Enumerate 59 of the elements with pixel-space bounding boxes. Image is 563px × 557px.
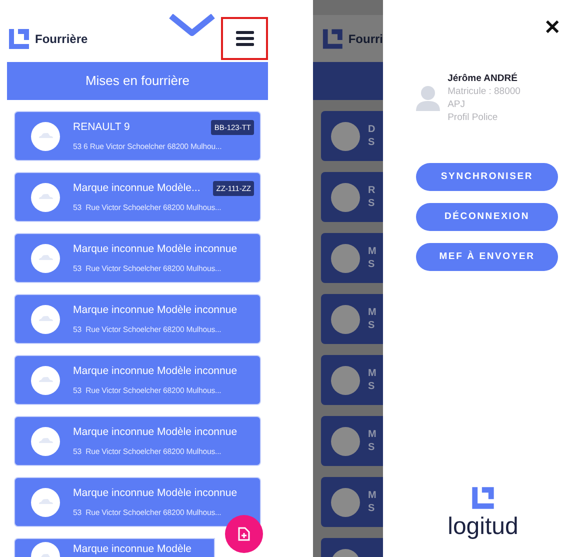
title-bar: [313, 62, 383, 100]
user-detail: Matricule : 88000: [448, 86, 520, 100]
logo-icon: [7, 26, 31, 50]
app-name: Fourri: [348, 30, 383, 48]
app-name: Fourrière: [35, 30, 88, 48]
vehicle-title: M: [368, 306, 376, 319]
vehicle-title: Marque inconnue Modèle inconnue: [73, 302, 238, 318]
vehicle-address: S: [368, 380, 376, 393]
menu-action-button[interactable]: DÉCONNEXION: [416, 202, 558, 231]
vehicle-avatar: [331, 366, 360, 394]
menu-action-button[interactable]: MEF À ENVOYER: [416, 242, 558, 271]
user-name: Jérôme ANDRÉ: [448, 72, 518, 86]
vehicle-card[interactable]: Marque inconnue Modèle: [14, 538, 215, 557]
menu-button[interactable]: [221, 17, 268, 60]
menu-action-button[interactable]: SYNCHRONISER: [416, 162, 558, 191]
vehicle-title: Marque inconnue Modèle inconnue: [73, 242, 238, 257]
vehicle-title: M: [368, 428, 376, 441]
vehicle-avatar: [331, 488, 360, 516]
vehicle-title: Marque inconnue Modèle inconnue: [73, 424, 238, 440]
car-icon: [38, 315, 54, 323]
car-icon: [38, 498, 54, 506]
car-icon: [38, 376, 54, 384]
vehicle-title: D: [368, 123, 376, 136]
vehicle-address: S: [368, 197, 376, 210]
vehicle-title: M: [368, 489, 376, 502]
vehicle-title: M: [368, 367, 376, 380]
vehicle-address: S: [368, 136, 376, 149]
chevron-down-icon[interactable]: [169, 14, 215, 36]
user-detail: Profil Police: [448, 112, 499, 125]
vehicle-address: S: [368, 319, 376, 332]
vehicle-title: Marque inconnue Modèle inconnue: [73, 486, 238, 501]
logo-icon: [470, 485, 496, 511]
menu-icon: [236, 31, 254, 46]
brand-name: logitud: [448, 515, 518, 539]
vehicle-title: RENAULT 9: [73, 120, 130, 135]
close-button[interactable]: ✕: [544, 18, 561, 38]
vehicle-title: Marque inconnue Modèle...: [73, 180, 200, 196]
floating-action-button[interactable]: [225, 515, 263, 553]
vehicle-address: S: [368, 258, 376, 271]
car-icon: [38, 437, 54, 445]
vehicle-title: M: [368, 245, 376, 258]
car-icon: [38, 254, 54, 262]
vehicle-avatar: [331, 182, 360, 212]
user-icon: [416, 85, 440, 112]
vehicle-address: S: [368, 502, 376, 515]
vehicle-avatar: [331, 244, 360, 272]
vehicle-address: S: [368, 441, 376, 454]
vehicle-avatar: [331, 122, 360, 150]
vehicle-title: R: [368, 184, 376, 197]
page-title: Mises en fourrière: [7, 62, 268, 100]
vehicle-avatar: [331, 304, 360, 334]
vehicle-title: Marque inconnue Modèle inconnue: [73, 364, 238, 379]
add-document-icon: [238, 527, 250, 541]
vehicle-title: Marque inconnue Modèle: [73, 542, 192, 557]
vehicle-avatar: [331, 426, 360, 456]
user-detail: APJ: [448, 99, 466, 112]
car-icon: [38, 193, 54, 201]
logo-icon: [321, 26, 344, 50]
car-icon: [38, 132, 54, 140]
